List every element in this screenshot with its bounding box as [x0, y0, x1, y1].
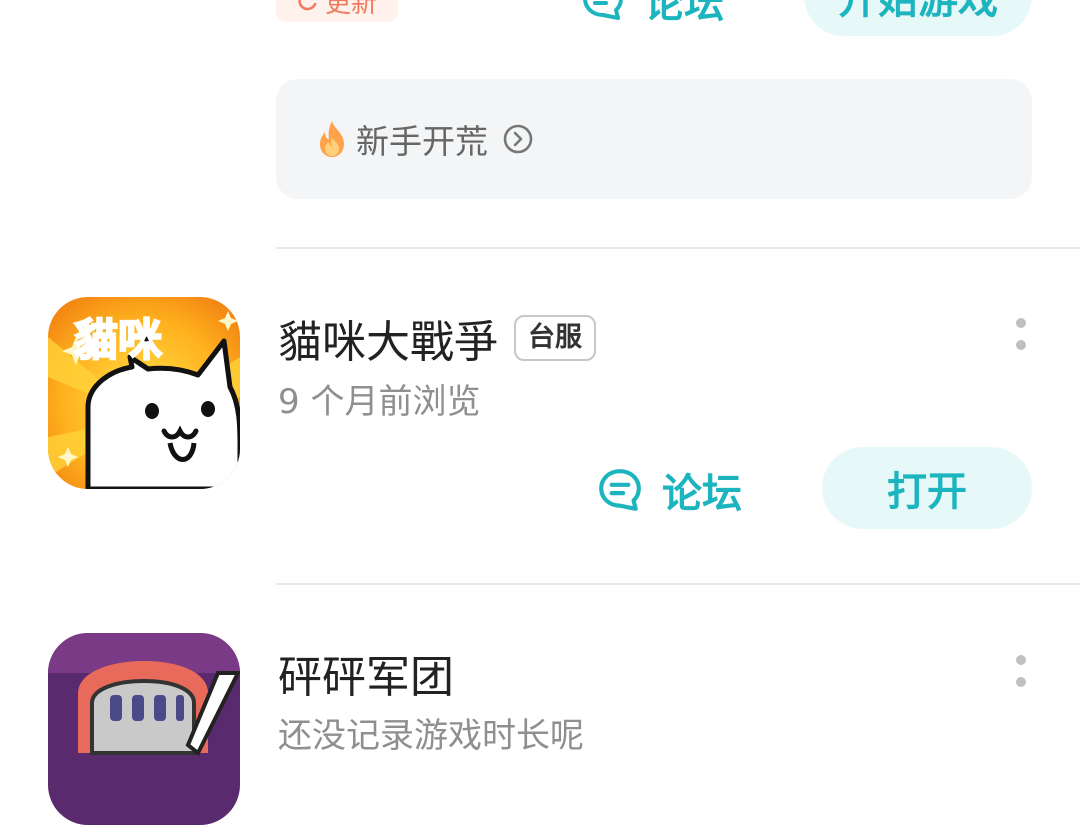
- open-game-label: 打开: [887, 469, 967, 515]
- playtime-text: 还没记录游戏时长呢: [278, 716, 584, 756]
- start-game-button[interactable]: 开始游戏: [804, 0, 1032, 36]
- game-title-battle-cats[interactable]: 貓咪大戰爭 台服: [278, 306, 596, 370]
- chevron-right-circle-icon: [503, 124, 533, 154]
- divider: [276, 583, 1080, 585]
- divider: [276, 247, 1080, 249]
- svg-text:貓咪: 貓咪: [74, 315, 162, 366]
- forum-chat-icon: [599, 469, 641, 511]
- server-tag: 台服: [514, 315, 596, 361]
- start-game-label: 开始游戏: [838, 0, 998, 23]
- more-dot: [1016, 677, 1026, 687]
- forum-label: 论坛: [662, 471, 742, 517]
- more-options-button[interactable]: [1014, 318, 1028, 350]
- game-title-text: 貓咪大戰爭: [278, 317, 498, 368]
- forum-label: 论坛: [644, 0, 724, 27]
- fire-icon: [320, 121, 344, 157]
- update-badge: 更新: [276, 0, 398, 22]
- forum-chat-icon: [583, 0, 623, 20]
- more-options-button[interactable]: [1014, 655, 1028, 687]
- more-dot: [1016, 318, 1026, 328]
- game-title-text: 砰砰军团: [278, 652, 454, 703]
- refresh-icon: [298, 0, 317, 11]
- open-game-button[interactable]: 打开: [822, 447, 1032, 529]
- beginner-tips-label: 新手开荒: [356, 122, 488, 161]
- more-dot: [1016, 655, 1026, 665]
- game-icon-battle-cats[interactable]: 貓咪: [48, 297, 240, 489]
- update-badge-label: 更新: [324, 0, 377, 19]
- forum-link[interactable]: 论坛: [596, 464, 742, 517]
- forum-link-top[interactable]: 论坛: [580, 0, 724, 27]
- beginner-tips-card[interactable]: 新手开荒: [276, 79, 1032, 199]
- game-title-pingping-legion[interactable]: 砰砰军团: [278, 641, 454, 705]
- game-icon-pingping-legion[interactable]: [48, 633, 240, 825]
- last-viewed-text: 9 个月前浏览: [278, 382, 481, 422]
- more-dot: [1016, 340, 1026, 350]
